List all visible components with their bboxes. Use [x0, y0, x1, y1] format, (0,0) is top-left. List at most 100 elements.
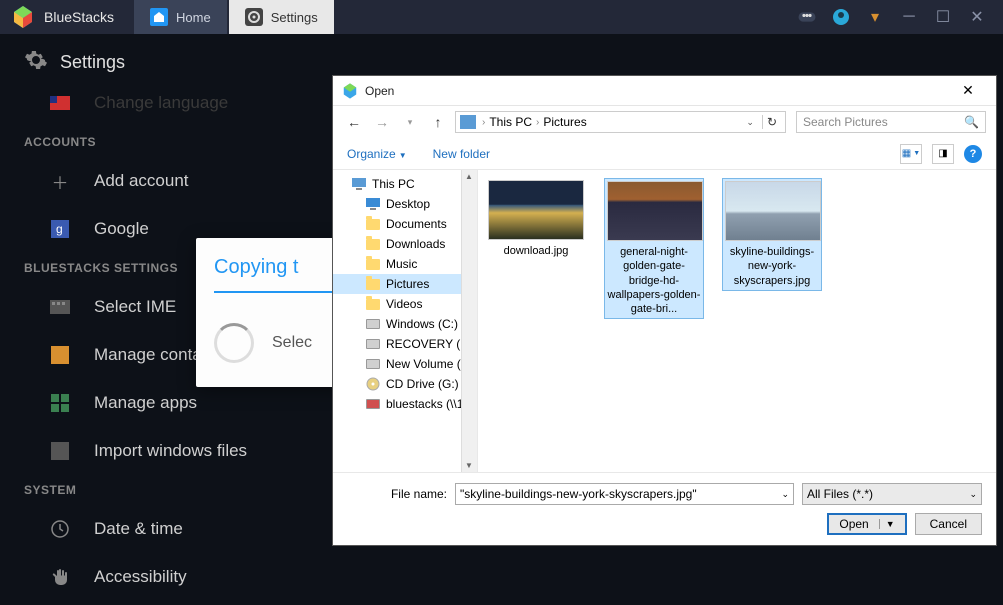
tree-videos[interactable]: Videos	[333, 294, 477, 314]
nav-back-icon[interactable]: ←	[343, 114, 365, 130]
dialog-nav: ← → ▾ ↑ › This PC › Pictures ⌄ ↻ Search …	[333, 106, 996, 138]
cancel-button[interactable]: Cancel	[915, 513, 982, 535]
app-logo	[8, 2, 38, 32]
file-name: skyline-buildings-new-york-skyscrapers.j…	[725, 245, 819, 288]
desktop-icon	[365, 197, 381, 211]
contacts-icon	[48, 343, 72, 367]
dialog-titlebar: Open ✕	[333, 76, 996, 106]
hand-icon	[48, 565, 72, 589]
page-title: Settings	[60, 52, 125, 73]
pictures-icon	[365, 277, 381, 291]
chevron-down-icon[interactable]: ▾	[865, 7, 885, 27]
chevron-down-icon: ▼	[399, 151, 407, 160]
tree-drive-f[interactable]: New Volume (F:)	[333, 354, 477, 374]
drive-icon	[365, 357, 381, 371]
drive-icon	[365, 337, 381, 351]
tree-desktop[interactable]: Desktop	[333, 194, 477, 214]
refresh-icon[interactable]: ↻	[762, 115, 781, 129]
nav-recent-icon[interactable]: ▾	[399, 117, 421, 128]
file-list: download.jpg general-night-golden-gate-b…	[478, 170, 996, 472]
filename-input[interactable]: "skyline-buildings-new-york-skyscrapers.…	[455, 483, 794, 505]
nav-up-icon[interactable]: ↑	[427, 114, 449, 130]
location-icon[interactable]	[831, 7, 851, 27]
file-name: general-night-golden-gate-bridge-hd-wall…	[607, 245, 701, 316]
help-icon[interactable]: ?	[964, 145, 982, 163]
app-name: BlueStacks	[44, 9, 114, 25]
import-icon	[48, 439, 72, 463]
address-bar[interactable]: › This PC › Pictures ⌄ ↻	[455, 111, 786, 133]
file-type-filter[interactable]: All Files (*.*) ⌄	[802, 483, 982, 505]
copying-title: Copying t	[214, 256, 338, 279]
file-thumbnail	[488, 180, 584, 240]
tab-label: Home	[176, 10, 211, 25]
chevron-right-icon: ›	[536, 117, 539, 128]
music-icon	[365, 257, 381, 271]
view-mode-button[interactable]: ▦▼	[900, 144, 922, 164]
users-icon[interactable]	[797, 7, 817, 27]
search-icon: 🔍	[964, 115, 979, 129]
folder-tree: This PC Desktop Documents Downloads Musi…	[333, 170, 478, 472]
tab-home[interactable]: Home	[134, 0, 227, 34]
copying-progress-bar	[214, 291, 338, 293]
minimize-icon[interactable]: ─	[899, 7, 919, 27]
dialog-close-icon[interactable]: ✕	[948, 82, 988, 99]
titlebar: BlueStacks Home Settings ▾ ─ ☐ ✕	[0, 0, 1003, 34]
tree-this-pc[interactable]: This PC	[333, 174, 477, 194]
tree-drive-g[interactable]: CD Drive (G:)	[333, 374, 477, 394]
flag-icon	[48, 91, 72, 115]
tree-network-bluestacks[interactable]: bluestacks (\\10.	[333, 394, 477, 414]
tab-settings[interactable]: Settings	[229, 0, 334, 34]
dialog-body: This PC Desktop Documents Downloads Musi…	[333, 170, 996, 472]
spinner-icon	[214, 323, 254, 363]
organize-button[interactable]: Organize▼	[347, 147, 407, 161]
tree-documents[interactable]: Documents	[333, 214, 477, 234]
tree-drive-d[interactable]: RECOVERY (D:)	[333, 334, 477, 354]
filename-label: File name:	[347, 487, 447, 501]
search-placeholder: Search Pictures	[803, 115, 888, 129]
chevron-down-icon: ⌄	[781, 489, 789, 500]
maximize-icon[interactable]: ☐	[933, 7, 953, 27]
tab-label: Settings	[271, 10, 318, 25]
new-folder-button[interactable]: New folder	[433, 147, 490, 161]
search-input[interactable]: Search Pictures 🔍	[796, 111, 986, 133]
open-split-icon[interactable]: ▼	[879, 519, 895, 529]
downloads-icon	[365, 237, 381, 251]
setting-accessibility[interactable]: Accessibility	[0, 553, 1003, 601]
pc-icon	[351, 177, 367, 191]
breadcrumb-folder[interactable]: Pictures	[543, 115, 586, 129]
tree-scrollbar[interactable]	[461, 170, 477, 472]
file-name: download.jpg	[488, 244, 584, 258]
dialog-footer: File name: "skyline-buildings-new-york-s…	[333, 472, 996, 545]
close-icon[interactable]: ✕	[967, 7, 987, 27]
setting-label: Import windows files	[94, 441, 247, 461]
chevron-down-icon: ⌄	[969, 489, 977, 500]
tree-drive-c[interactable]: Windows (C:)	[333, 314, 477, 334]
documents-icon	[365, 217, 381, 231]
chevron-right-icon: ›	[482, 117, 485, 128]
svg-text:g: g	[56, 222, 63, 236]
copying-label: Selec	[272, 334, 312, 352]
google-icon: g	[48, 217, 72, 241]
file-item[interactable]: general-night-golden-gate-bridge-hd-wall…	[604, 178, 704, 319]
videos-icon	[365, 297, 381, 311]
address-dropdown-icon[interactable]: ⌄	[742, 117, 758, 128]
open-button[interactable]: Open ▼	[827, 513, 906, 535]
breadcrumb-root[interactable]: This PC	[489, 115, 532, 129]
gear-icon	[245, 8, 263, 26]
keyboard-icon	[48, 295, 72, 319]
setting-label: Add account	[94, 171, 189, 191]
tree-music[interactable]: Music	[333, 254, 477, 274]
dialog-toolbar: Organize▼ New folder ▦▼ ◨ ?	[333, 138, 996, 170]
nav-forward-icon[interactable]: →	[371, 114, 393, 130]
tree-pictures[interactable]: Pictures	[333, 274, 477, 294]
file-item[interactable]: download.jpg	[486, 178, 586, 260]
clock-icon	[48, 517, 72, 541]
setting-label: Date & time	[94, 519, 183, 539]
preview-pane-button[interactable]: ◨	[932, 144, 954, 164]
file-open-dialog: Open ✕ ← → ▾ ↑ › This PC › Pictures ⌄ ↻ …	[332, 75, 997, 546]
apps-icon	[48, 391, 72, 415]
file-item[interactable]: skyline-buildings-new-york-skyscrapers.j…	[722, 178, 822, 291]
cd-icon	[365, 377, 381, 391]
pc-icon	[460, 115, 476, 129]
tree-downloads[interactable]: Downloads	[333, 234, 477, 254]
